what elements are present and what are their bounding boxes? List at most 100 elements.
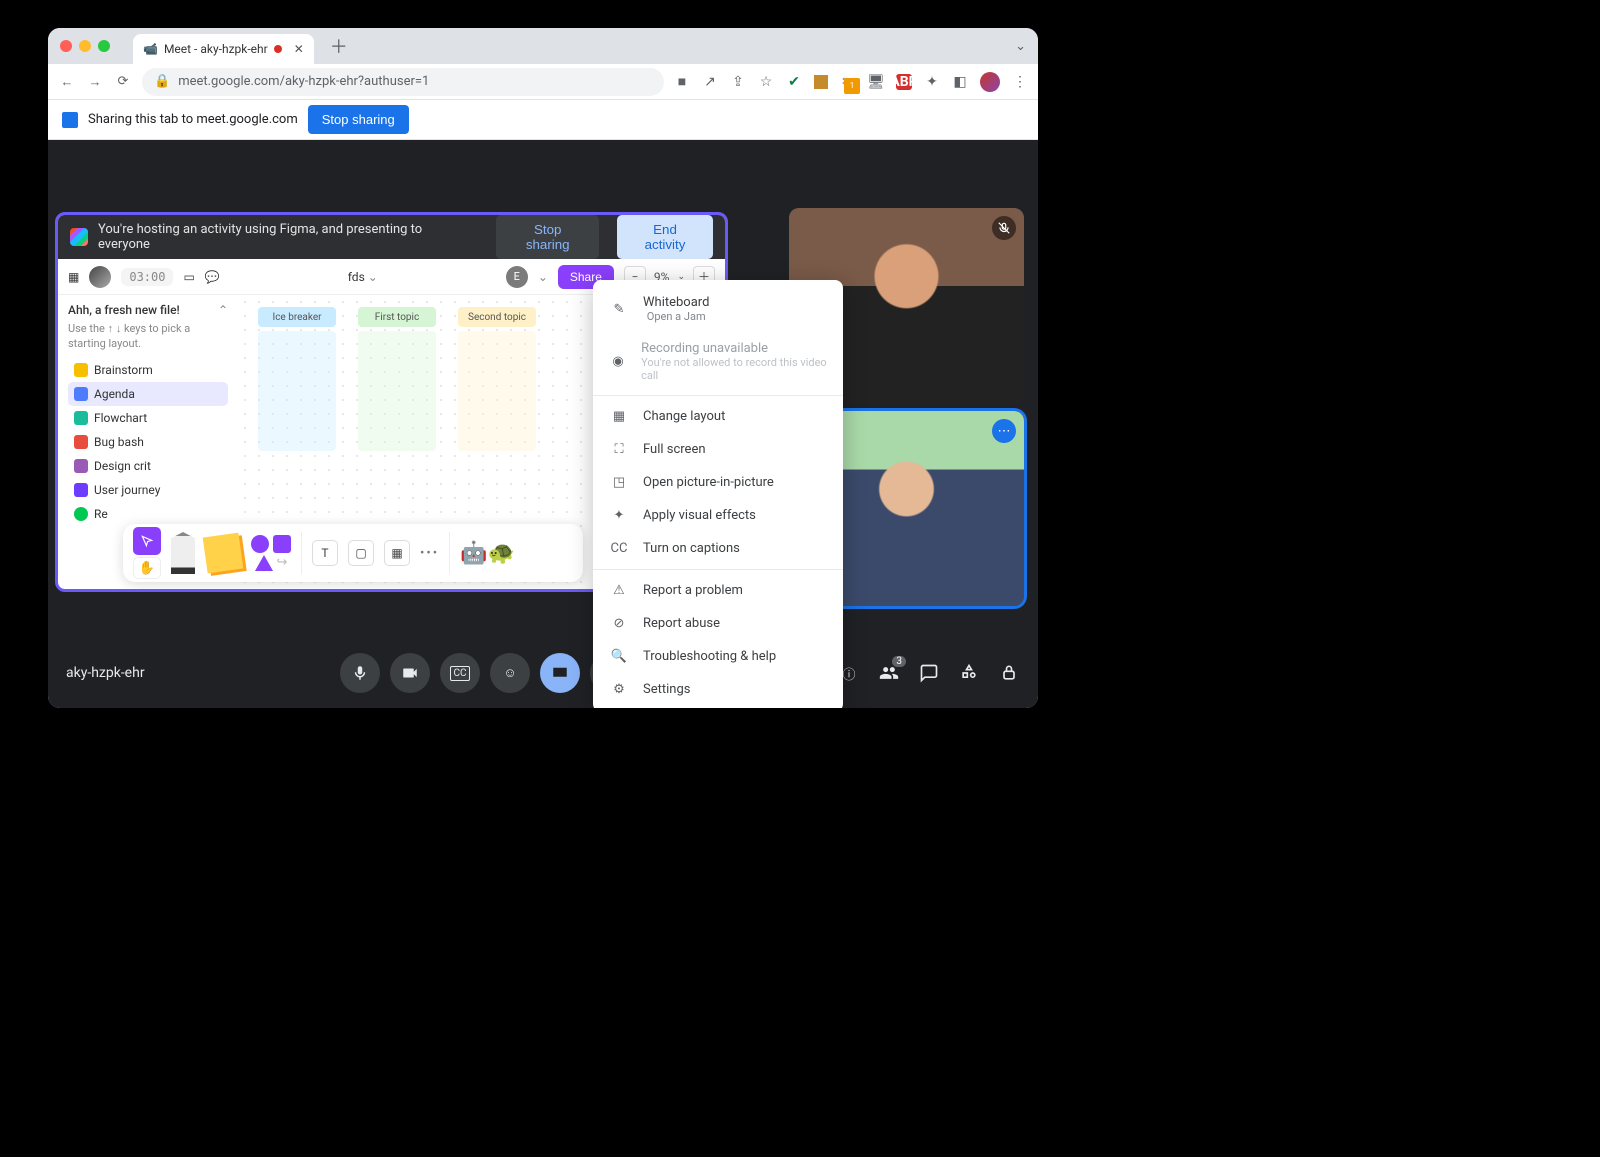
meet-stage: You're hosting an activity using Figma, … [48, 140, 1038, 708]
close-window-button[interactable] [60, 40, 72, 52]
template-brainstorm[interactable]: Brainstorm [68, 358, 228, 382]
text-tool[interactable]: T [312, 540, 338, 566]
agenda-card-first-topic[interactable]: First topic [358, 307, 436, 327]
sharing-infobar: Sharing this tab to meet.google.com Stop… [48, 100, 1038, 140]
participants-badge: 3 [892, 656, 906, 667]
connector-tool[interactable]: ↪ [277, 555, 288, 571]
hand-tool[interactable]: ✋ [133, 557, 161, 579]
menu-captions[interactable]: CCTurn on captions [593, 532, 843, 565]
profile-avatar[interactable] [980, 72, 1000, 92]
shape-tools: ↪ [251, 535, 291, 571]
reactions-button[interactable]: ☺ [490, 653, 530, 693]
captions-button[interactable]: CC [440, 653, 480, 693]
meeting-code: aky-hzpk-ehr [66, 665, 145, 681]
menu-full-screen[interactable]: ⛶Full screen [593, 433, 843, 466]
menu-report-abuse[interactable]: ⊘Report abuse [593, 607, 843, 640]
bookmark-icon[interactable]: ☆ [758, 74, 774, 90]
open-external-icon[interactable]: ↗ [702, 74, 718, 90]
address-bar[interactable]: 🔒 meet.google.com/aky-hzpk-ehr?authuser=… [142, 68, 664, 96]
browser-tab[interactable]: 📹 Meet - aky-hzpk-ehr ✕ [133, 34, 314, 64]
mic-toggle-button[interactable] [340, 653, 380, 693]
maximize-window-button[interactable] [98, 40, 110, 52]
figma-logo-icon [70, 228, 88, 246]
sharing-infobar-text: Sharing this tab to meet.google.com [88, 112, 298, 127]
ext-monitor-icon[interactable]: 🖥 [868, 74, 884, 90]
ext-scissors-icon[interactable]: ✂1 [840, 74, 856, 90]
figma-filename[interactable]: fds [348, 270, 365, 284]
template-design-crit[interactable]: Design crit [68, 454, 228, 478]
menu-whiteboard[interactable]: ✎ Whiteboard Open a Jam [593, 286, 843, 332]
menu-visual-effects[interactable]: ✦Apply visual effects [593, 499, 843, 532]
figma-comment-icon[interactable]: 💬 [205, 270, 220, 284]
extensions-puzzle-icon[interactable]: ✦ [924, 74, 940, 90]
new-tab-button[interactable]: ＋ [330, 33, 348, 59]
present-button[interactable] [540, 653, 580, 693]
stop-sharing-infobar-button[interactable]: Stop sharing [308, 105, 409, 134]
template-user-journey[interactable]: User journey [68, 478, 228, 502]
template-bug-bash[interactable]: Bug bash [68, 430, 228, 454]
pencil-tool[interactable] [171, 532, 195, 574]
menu-report-problem[interactable]: ⚠Report a problem [593, 574, 843, 607]
section-tool[interactable]: ▢ [348, 540, 374, 566]
filename-chevron-icon[interactable]: ⌄ [368, 270, 378, 284]
figma-menu-icon[interactable]: ▦ [68, 270, 79, 284]
forward-button[interactable]: → [86, 74, 104, 90]
figma-timer[interactable]: 03:00 [121, 268, 173, 286]
stop-sharing-activity-button[interactable]: Stop sharing [496, 215, 599, 259]
agenda-column-3[interactable] [458, 331, 536, 451]
recording-indicator-icon [274, 45, 282, 53]
share-icon[interactable]: ⇪ [730, 74, 746, 90]
window-title-bar: 📹 Meet - aky-hzpk-ehr ✕ ＋ ⌄ [48, 28, 1038, 64]
minimize-window-button[interactable] [79, 40, 91, 52]
record-icon: ◉ [609, 354, 627, 369]
agenda-card-second-topic[interactable]: Second topic [458, 307, 536, 327]
sticker-tool[interactable]: 🤖🐢 [460, 541, 515, 566]
participant-avatar[interactable]: E [506, 266, 528, 288]
camera-icon[interactable]: ■ [674, 74, 690, 90]
tile-more-button[interactable]: ⋯ [992, 419, 1016, 443]
end-activity-button[interactable]: End activity [617, 215, 713, 259]
figma-tool-dock: ✋ ↪ T ▢ ▦ ••• [123, 524, 583, 582]
ext-green-icon[interactable]: ✔ [786, 74, 802, 90]
collapse-panel-icon[interactable]: ⌃ [218, 303, 228, 317]
menu-troubleshoot[interactable]: 🔍Troubleshooting & help [593, 640, 843, 673]
menu-change-layout[interactable]: ▦Change layout [593, 400, 843, 433]
rectangle-tool[interactable] [273, 535, 291, 553]
template-record[interactable]: Re [68, 502, 228, 526]
tabs-dropdown-icon[interactable]: ⌄ [1015, 39, 1026, 54]
agenda-column-1[interactable] [258, 331, 336, 451]
more-tools-button[interactable]: ••• [420, 546, 439, 561]
table-tool[interactable]: ▦ [384, 540, 410, 566]
menu-pip[interactable]: ◳Open picture-in-picture [593, 466, 843, 499]
url-text: meet.google.com/aky-hzpk-ehr?authuser=1 [178, 74, 429, 89]
figma-user-avatar[interactable] [89, 266, 111, 288]
chat-button[interactable] [918, 662, 940, 684]
fullscreen-icon: ⛶ [609, 442, 629, 457]
figma-layout-icon[interactable]: ▭ [183, 270, 194, 284]
close-tab-button[interactable]: ✕ [294, 42, 304, 56]
activities-button[interactable] [958, 662, 980, 684]
host-controls-button[interactable] [998, 662, 1020, 684]
menu-settings[interactable]: ⚙Settings [593, 673, 843, 706]
ext-orange-icon[interactable] [814, 75, 828, 89]
reload-button[interactable]: ⟳ [114, 74, 132, 89]
side-panel-icon[interactable]: ◧ [952, 74, 968, 90]
abp-extension-icon[interactable]: ABP [896, 74, 912, 90]
people-button[interactable]: 3 [878, 662, 900, 684]
triangle-tool[interactable] [255, 555, 273, 571]
sticky-note-tool[interactable] [203, 533, 244, 574]
captions-icon: CC [609, 541, 629, 556]
template-flowchart[interactable]: Flowchart [68, 406, 228, 430]
avatar-chevron-icon[interactable]: ⌄ [538, 270, 548, 284]
camera-toggle-button[interactable] [390, 653, 430, 693]
select-tool[interactable] [133, 527, 161, 555]
ellipse-tool[interactable] [251, 535, 269, 553]
pip-icon: ◳ [609, 475, 629, 490]
template-agenda[interactable]: Agenda [68, 382, 228, 406]
agenda-card-icebreaker[interactable]: Ice breaker [258, 307, 336, 327]
back-button[interactable]: ← [58, 74, 76, 90]
window-traffic-lights [60, 40, 110, 52]
figma-panel-title: Ahh, a fresh new file! [68, 303, 180, 317]
chrome-menu-icon[interactable]: ⋮ [1012, 74, 1028, 90]
agenda-column-2[interactable] [358, 331, 436, 451]
